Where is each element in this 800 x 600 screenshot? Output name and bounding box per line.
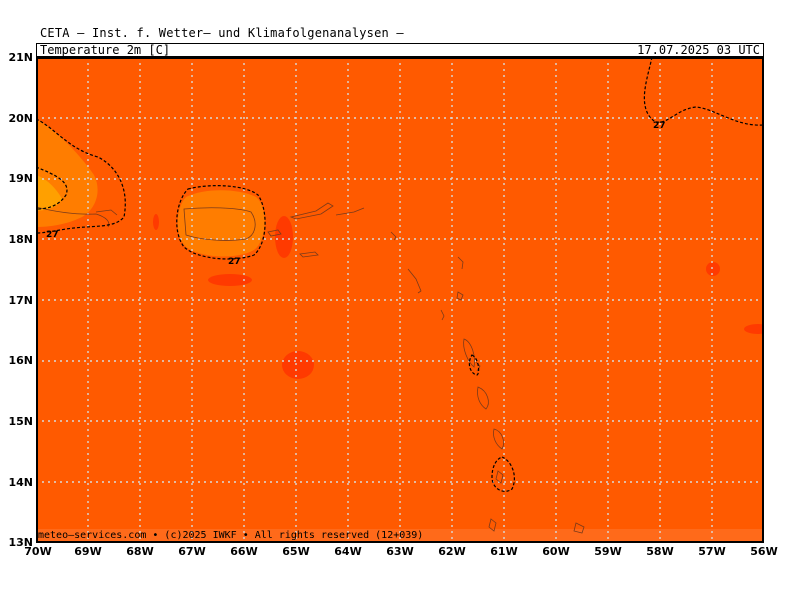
lon-label-65w: 65W — [282, 545, 310, 558]
lon-label-57w: 57W — [698, 545, 726, 558]
lat-label-17n: 17N — [8, 294, 33, 307]
lon-label-56w: 56W — [750, 545, 778, 558]
lon-label-58w: 58W — [646, 545, 674, 558]
lon-label-68w: 68W — [126, 545, 154, 558]
hot-spot-south-pr — [208, 274, 252, 286]
lon-label-69w: 69W — [74, 545, 102, 558]
lon-label-70w: 70W — [24, 545, 52, 558]
lon-label-67w: 67W — [178, 545, 206, 558]
contour-label-ne: 27 — [653, 121, 666, 131]
lat-label-20n: 20N — [8, 112, 33, 125]
map-frame: 27 27 27 — [36, 57, 764, 543]
contour-label-west: 27 — [46, 230, 59, 240]
lat-label-15n: 15N — [8, 415, 33, 428]
header-title: CETA — Inst. f. Wetter— und Klimafolgena… — [40, 26, 404, 40]
lat-label-21n: 21N — [8, 51, 33, 64]
lat-label-14n: 14N — [8, 476, 33, 489]
variable-label: Temperature_2m_[C] — [40, 43, 171, 57]
lon-label-63w: 63W — [386, 545, 414, 558]
lat-label-16n: 16N — [8, 354, 33, 367]
lon-label-66w: 66W — [230, 545, 258, 558]
hot-spot-vieques — [275, 216, 293, 258]
hot-spot-small-west — [153, 214, 159, 230]
lon-label-60w: 60W — [542, 545, 570, 558]
valid-time-label: 17.07.2025 03 UTC — [637, 43, 760, 57]
lon-label-64w: 64W — [334, 545, 362, 558]
temperature-map: 27 27 27 — [36, 57, 764, 543]
lon-label-59w: 59W — [594, 545, 622, 558]
subheader-bar: Temperature_2m_[C] 17.07.2025 03 UTC — [36, 43, 764, 57]
contour-label-puerto-rico: 27 — [228, 257, 241, 267]
footer-credit: meteo—services.com • (c)2025 IWKF • All … — [38, 530, 424, 541]
warm-region-puerto-rico — [177, 190, 265, 257]
lat-label-18n: 18N — [8, 233, 33, 246]
lon-label-62w: 62W — [438, 545, 466, 558]
hot-spot-central — [282, 351, 314, 379]
hot-spot-east — [706, 262, 720, 276]
lat-label-19n: 19N — [8, 172, 33, 185]
lon-label-61w: 61W — [490, 545, 518, 558]
